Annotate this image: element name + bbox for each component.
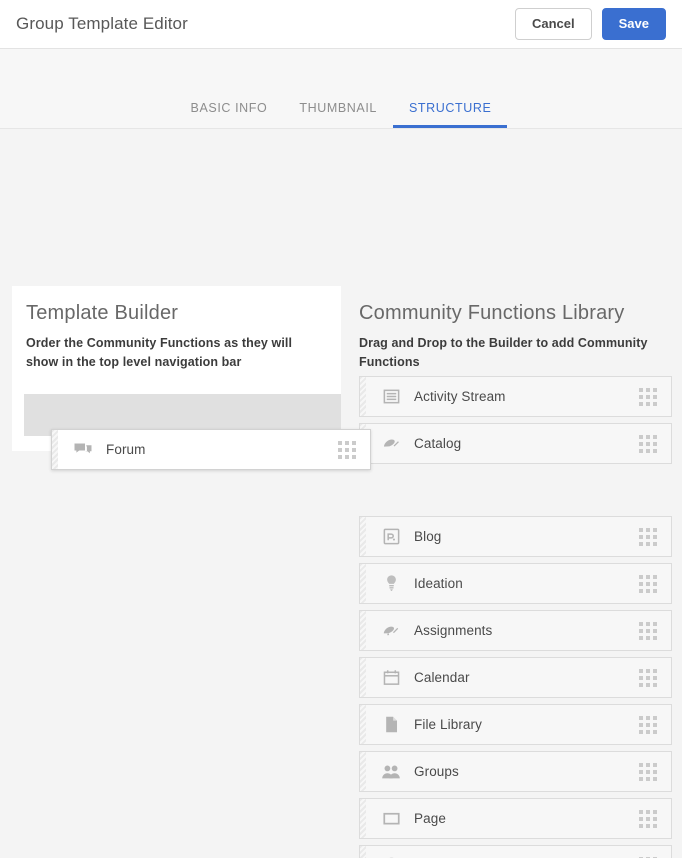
drag-handle-icon[interactable] bbox=[639, 762, 657, 781]
list-item-label: Assignments bbox=[414, 623, 493, 638]
calendar-icon bbox=[380, 667, 402, 689]
tab-bar: BASIC INFO THUMBNAIL STRUCTURE bbox=[0, 49, 682, 129]
list-item[interactable]: QnA bbox=[359, 845, 672, 858]
list-item-label: Ideation bbox=[414, 576, 463, 591]
header-actions: Cancel Save bbox=[514, 8, 666, 40]
drag-handle-icon[interactable] bbox=[639, 387, 657, 406]
forum-icon bbox=[72, 439, 94, 461]
list-item-label: Activity Stream bbox=[414, 389, 506, 404]
tab-list: BASIC INFO THUMBNAIL STRUCTURE bbox=[175, 101, 508, 128]
drag-handle-icon[interactable] bbox=[639, 434, 657, 453]
list-item-label: Groups bbox=[414, 764, 459, 779]
drag-grip-stripe bbox=[360, 658, 366, 697]
drag-handle-icon[interactable] bbox=[639, 715, 657, 734]
blog-icon bbox=[380, 526, 402, 548]
page-title: Group Template Editor bbox=[16, 14, 188, 33]
list-item[interactable]: Assignments bbox=[359, 610, 672, 651]
drag-grip-stripe bbox=[360, 799, 366, 838]
drag-handle-icon[interactable] bbox=[639, 668, 657, 687]
list-item-label: Page bbox=[414, 811, 446, 826]
list-item[interactable]: Activity Stream bbox=[359, 376, 672, 417]
drag-handle-icon[interactable] bbox=[639, 621, 657, 640]
main-content: Template Builder Order the Community Fun… bbox=[0, 129, 682, 858]
drag-grip-stripe bbox=[360, 377, 366, 416]
list-item[interactable]: Catalog bbox=[359, 423, 672, 464]
dragged-item-label: Forum bbox=[106, 442, 146, 457]
groups-icon bbox=[380, 761, 402, 783]
library-title: Community Functions Library bbox=[359, 302, 625, 324]
drag-grip-stripe bbox=[360, 752, 366, 791]
assignments-icon bbox=[380, 620, 402, 642]
activity-stream-icon bbox=[380, 386, 402, 408]
list-item-label: Calendar bbox=[414, 670, 470, 685]
template-builder-subtitle: Order the Community Functions as they wi… bbox=[26, 336, 293, 369]
list-item[interactable]: Calendar bbox=[359, 657, 672, 698]
library-subtitle: Drag and Drop to the Builder to add Comm… bbox=[359, 336, 648, 369]
app-header: Group Template Editor Cancel Save bbox=[0, 0, 682, 49]
drag-handle-icon[interactable] bbox=[338, 440, 356, 459]
catalog-icon bbox=[380, 433, 402, 455]
tab-structure[interactable]: STRUCTURE bbox=[393, 101, 508, 128]
save-button[interactable]: Save bbox=[601, 8, 666, 40]
drag-handle-icon[interactable] bbox=[639, 809, 657, 828]
community-functions-list: Activity Stream Catalog Blog Ideation Assign… bbox=[359, 376, 672, 858]
list-item[interactable]: File Library bbox=[359, 704, 672, 745]
drag-handle-icon[interactable] bbox=[639, 527, 657, 546]
ideation-icon bbox=[380, 573, 402, 595]
drag-handle-icon[interactable] bbox=[639, 574, 657, 593]
list-item[interactable]: Blog bbox=[359, 516, 672, 557]
list-item[interactable]: Ideation bbox=[359, 563, 672, 604]
drag-grip-stripe bbox=[360, 846, 366, 858]
template-builder-title: Template Builder bbox=[26, 302, 179, 324]
cancel-button[interactable]: Cancel bbox=[514, 8, 592, 40]
list-item-label: Catalog bbox=[414, 436, 462, 451]
tab-thumbnail[interactable]: THUMBNAIL bbox=[283, 101, 393, 128]
list-item[interactable]: Page bbox=[359, 798, 672, 839]
community-functions-library-panel: Community Functions Library Drag and Dro… bbox=[359, 286, 672, 372]
tab-basic-info[interactable]: BASIC INFO bbox=[175, 101, 284, 128]
drag-grip-stripe bbox=[360, 517, 366, 556]
page-icon bbox=[380, 808, 402, 830]
list-item-label: Blog bbox=[414, 529, 442, 544]
qna-icon bbox=[380, 855, 402, 858]
drag-grip-stripe bbox=[360, 564, 366, 603]
list-item[interactable]: Groups bbox=[359, 751, 672, 792]
drag-grip-stripe bbox=[360, 705, 366, 744]
file-library-icon bbox=[380, 714, 402, 736]
list-item-label: File Library bbox=[414, 717, 482, 732]
drag-grip-stripe bbox=[360, 611, 366, 650]
dragged-item-forum[interactable]: Forum bbox=[51, 429, 371, 470]
drag-grip-stripe bbox=[52, 430, 58, 469]
